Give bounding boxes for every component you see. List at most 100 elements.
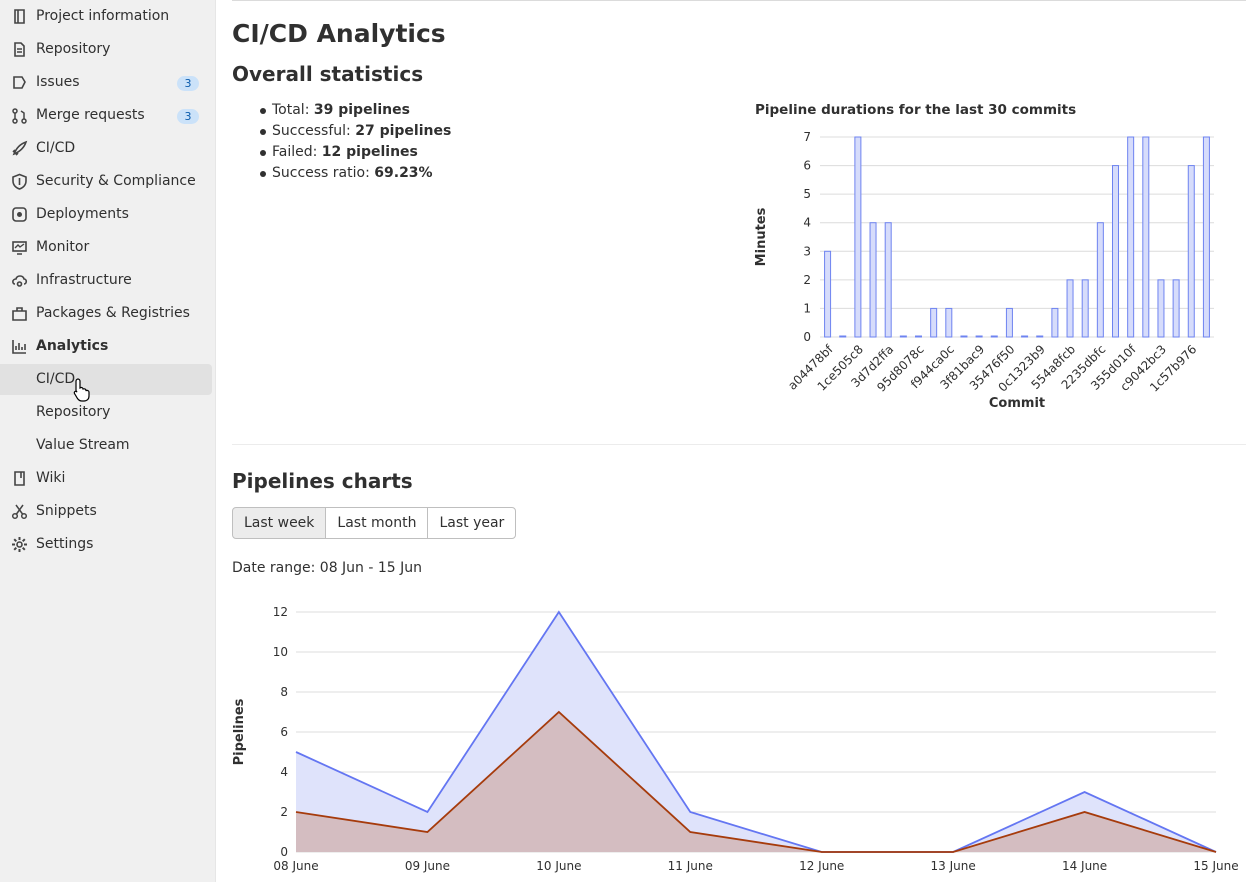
- stats-list: Total: 39 pipelines Successful: 27 pipel…: [258, 100, 451, 184]
- bar[interactable]: [824, 250, 832, 338]
- y-tick-label: 0: [803, 330, 811, 344]
- bar[interactable]: [839, 335, 847, 338]
- chart-title: Pipeline durations for the last 30 commi…: [755, 102, 1076, 118]
- bar[interactable]: [975, 335, 983, 338]
- pipelines-charts-heading: Pipelines charts: [232, 469, 413, 493]
- y-tick-label: 6: [803, 159, 811, 173]
- sidebar-item-analytics-ci-cd[interactable]: CI/CD: [0, 364, 212, 395]
- sidebar-item-merge-requests[interactable]: Merge requests 3: [0, 100, 212, 131]
- bar[interactable]: [1066, 279, 1074, 338]
- sidebar-item-project-information[interactable]: Project information: [0, 1, 212, 32]
- chart-icon: [12, 340, 26, 354]
- pipeline-durations-chart: Pipeline durations for the last 30 commi…: [754, 102, 1214, 411]
- pointer-cursor-icon: [73, 378, 90, 402]
- bar[interactable]: [1202, 136, 1210, 338]
- x-axis-label: Commit: [989, 396, 1045, 411]
- range-button-group: Last week Last month Last year: [232, 507, 517, 539]
- bar[interactable]: [1021, 335, 1029, 338]
- x-tick-label: 09 June: [405, 859, 450, 873]
- bar[interactable]: [854, 136, 862, 338]
- bar[interactable]: [960, 335, 968, 338]
- page-title: CI/CD Analytics: [232, 19, 446, 48]
- sidebar-item-label: Wiki: [36, 470, 66, 486]
- bar[interactable]: [1112, 165, 1119, 338]
- book-icon: [14, 471, 25, 486]
- merge-request-icon: [12, 108, 27, 124]
- x-tick-label: 14 June: [1062, 859, 1107, 873]
- bar[interactable]: [869, 222, 877, 338]
- sidebar-item-label: Packages & Registries: [36, 305, 190, 321]
- count-badge: 3: [177, 76, 199, 91]
- project-icon: [14, 9, 25, 24]
- sidebar-item-infrastructure[interactable]: Infrastructure: [0, 265, 212, 296]
- successful-pipelines-area: [296, 712, 1216, 852]
- bar[interactable]: [1142, 136, 1150, 338]
- overall-statistics-heading: Overall statistics: [232, 62, 424, 86]
- section-divider: [232, 444, 1246, 445]
- sidebar-item-monitor[interactable]: Monitor: [0, 232, 212, 263]
- date-range-text: Date range: 08 Jun - 15 Jun: [232, 560, 423, 576]
- y-tick-label: 2: [803, 273, 811, 287]
- sidebar-item-packages-registries[interactable]: Packages & Registries: [0, 298, 212, 329]
- sidebar-item-label: Snippets: [36, 503, 97, 519]
- sidebar: Project information Repository Issues 3 Merg…: [0, 0, 216, 882]
- sidebar-item-analytics-repository[interactable]: Repository: [0, 397, 212, 428]
- bar[interactable]: [1187, 165, 1195, 338]
- bar[interactable]: [1081, 279, 1089, 338]
- sidebar-item-analytics[interactable]: Analytics: [0, 331, 212, 362]
- sidebar-item-label: CI/CD: [36, 140, 76, 156]
- bar[interactable]: [945, 307, 953, 338]
- bar[interactable]: [1005, 307, 1013, 338]
- sidebar-item-security-compliance[interactable]: Security & Compliance: [0, 166, 212, 197]
- bar[interactable]: [1172, 279, 1180, 338]
- sidebar-item-wiki[interactable]: Wiki: [0, 463, 212, 494]
- y-tick-label: 12: [273, 605, 288, 619]
- x-tick-label: 11 June: [668, 859, 713, 873]
- y-tick-label: 2: [280, 805, 288, 819]
- pipelines-area-chart: 0 2 4 6 8 10 12 Pipelines 08 June 09 June 10 June 1…: [232, 605, 1239, 873]
- y-tick-label: 5: [803, 187, 811, 201]
- sidebar-item-deployments[interactable]: Deployments: [0, 199, 212, 230]
- bar[interactable]: [1127, 136, 1135, 338]
- y-tick-label: 0: [280, 845, 288, 859]
- bar[interactable]: [884, 222, 892, 338]
- sidebar-item-label: Deployments: [36, 206, 129, 222]
- bar[interactable]: [1157, 279, 1165, 338]
- bar[interactable]: [1036, 335, 1044, 338]
- sidebar-item-label: Analytics: [36, 338, 109, 354]
- sidebar-item-settings[interactable]: Settings: [0, 529, 212, 560]
- sidebar-item-label: Security & Compliance: [36, 173, 196, 189]
- sidebar-item-snippets[interactable]: Snippets: [0, 496, 212, 527]
- bar[interactable]: [930, 307, 938, 338]
- stat-total: Total: 39 pipelines: [258, 100, 451, 121]
- sidebar-item-label: Issues: [36, 74, 80, 90]
- last-year-button[interactable]: Last year: [427, 507, 517, 539]
- y-tick-label: 10: [273, 645, 288, 659]
- y-tick-label: 1: [803, 301, 811, 315]
- bar[interactable]: [899, 335, 907, 338]
- x-tick-label: 13 June: [931, 859, 976, 873]
- sidebar-item-label: Project information: [36, 8, 170, 24]
- bar[interactable]: [1051, 307, 1059, 338]
- x-tick-label: 15 June: [1193, 859, 1238, 873]
- sidebar-item-label: Infrastructure: [36, 272, 132, 288]
- y-tick-label: 8: [280, 685, 288, 699]
- sidebar-item-label: Settings: [36, 536, 94, 552]
- y-axis-label: Pipelines: [232, 698, 247, 765]
- sidebar-item-label: Value Stream: [36, 437, 130, 453]
- last-month-button[interactable]: Last month: [325, 507, 429, 539]
- count-badge: 3: [177, 109, 199, 124]
- issues-icon: [13, 76, 26, 89]
- sidebar-item-ci-cd[interactable]: CI/CD: [0, 133, 212, 164]
- last-week-button[interactable]: Last week: [232, 507, 327, 539]
- bar[interactable]: [1096, 222, 1104, 338]
- sidebar-item-repository[interactable]: Repository: [0, 34, 212, 65]
- sidebar-item-label: Repository: [36, 404, 111, 420]
- package-icon: [12, 307, 27, 321]
- bar[interactable]: [990, 335, 998, 338]
- sidebar-item-issues[interactable]: Issues 3: [0, 67, 212, 98]
- gear-icon: [12, 537, 27, 552]
- x-tick-label: 08 June: [273, 859, 318, 873]
- bar[interactable]: [915, 335, 922, 338]
- sidebar-item-value-stream[interactable]: Value Stream: [0, 430, 212, 461]
